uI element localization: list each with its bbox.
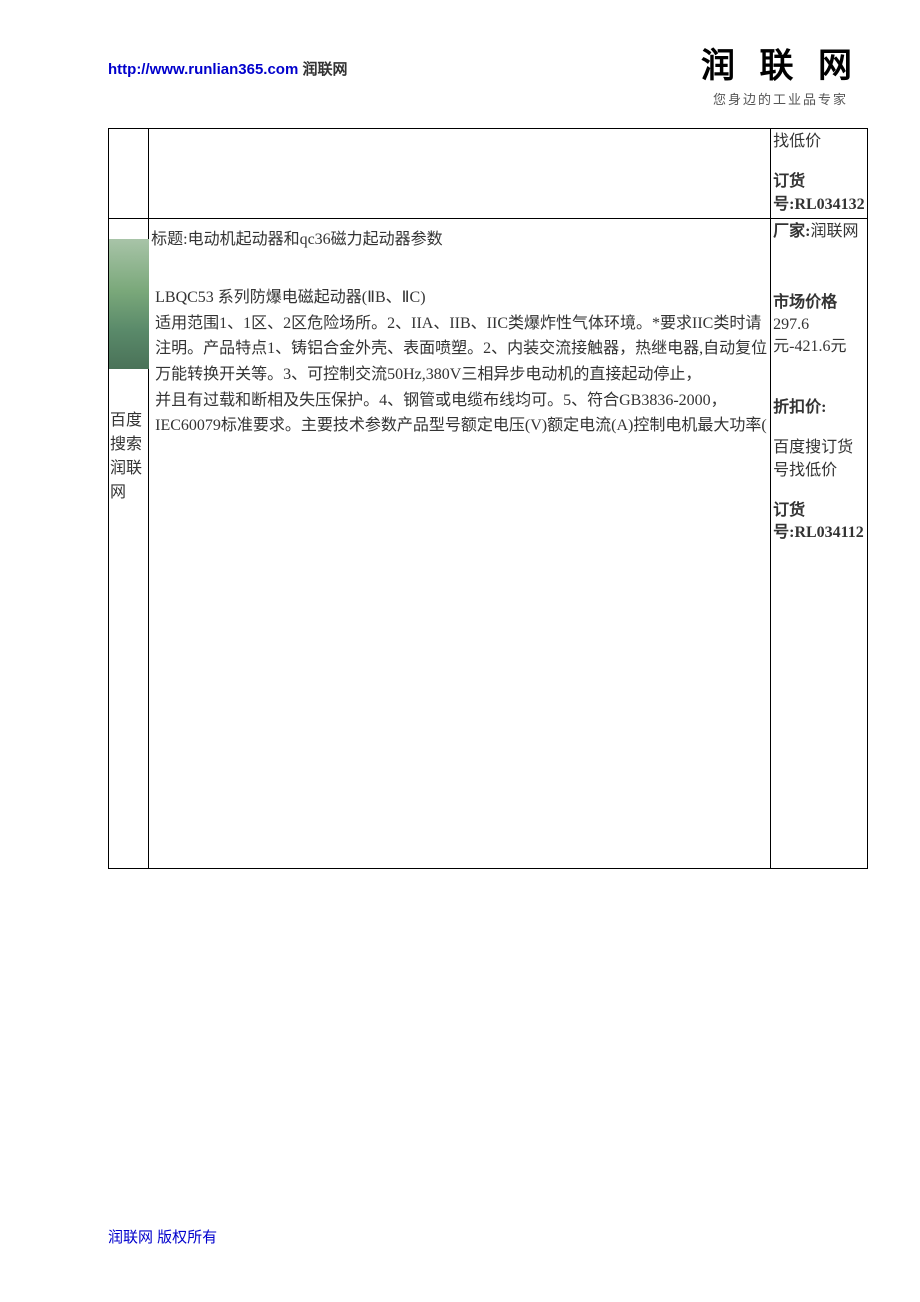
- manufacturer-value: 润联网: [810, 223, 858, 240]
- logo-main: 润 联 网: [701, 38, 860, 87]
- row1-mid-cell: [149, 129, 771, 219]
- manufacturer-block: 厂家:润联网: [773, 221, 865, 243]
- main-table: 找低价 订货号:RL034132 百度搜索润联网 标题:电动机起动器和qc36磁…: [108, 128, 868, 869]
- manufacturer-label: 厂家:: [773, 223, 810, 240]
- order-number-value-2: RL034112: [794, 524, 863, 541]
- body-line-3: 并且有过载和断相及失压保护。4、钢管或电缆布线均可。5、符合GB3836-200…: [155, 388, 768, 439]
- logo-subtitle: 您身边的工业品专家: [701, 89, 860, 108]
- footer-copyright: 润联网 版权所有: [108, 1226, 217, 1247]
- baidu-search-text: 百度搜索润联网: [110, 409, 148, 505]
- body-line-1: LBQC53 系列防爆电磁起动器(ⅡB、ⅡC): [155, 285, 768, 311]
- content-body: LBQC53 系列防爆电磁起动器(ⅡB、ⅡC) 适用范围1、1区、2区危险场所。…: [151, 285, 768, 439]
- product-thumbnail: [109, 239, 149, 369]
- market-price-label: 市场价格: [773, 292, 865, 314]
- body-line-2: 适用范围1、1区、2区危险场所。2、IIA、IIB、IIC类爆炸性气体环境。*要…: [155, 311, 768, 388]
- table-row: 百度搜索润联网 标题:电动机起动器和qc36磁力起动器参数 LBQC53 系列防…: [109, 219, 868, 869]
- row2-right-cell: 厂家:润联网 市场价格 297.6元-421.6元 折扣价: 百度搜订货号找低价…: [771, 219, 868, 869]
- logo-area: 润 联 网 您身边的工业品专家: [701, 38, 860, 108]
- row2-left-cell: 百度搜索润联网: [109, 219, 149, 869]
- row1-right-cell: 找低价 订货号:RL034132: [771, 129, 868, 219]
- header-url: http://www.runlian365.com: [108, 61, 298, 78]
- content-title: 标题:电动机起动器和qc36磁力起动器参数: [151, 225, 768, 249]
- discount-price-label: 折扣价:: [773, 397, 865, 419]
- order-number-block: 订货号:RL034132: [773, 171, 865, 216]
- market-price-value: 297.6元-421.6元: [773, 314, 865, 359]
- header-link[interactable]: http://www.runlian365.com 润联网: [108, 58, 348, 79]
- row1-left-cell: [109, 129, 149, 219]
- title-text: 电动机起动器和qc36磁力起动器参数: [188, 231, 443, 248]
- market-price-block: 市场价格 297.6元-421.6元: [773, 292, 865, 359]
- order-number-value: RL034132: [794, 196, 864, 213]
- row2-mid-cell: 标题:电动机起动器和qc36磁力起动器参数 LBQC53 系列防爆电磁起动器(Ⅱ…: [149, 219, 771, 869]
- baidu-search-order-text: 百度搜订货号找低价: [773, 437, 865, 482]
- order-number-block-2: 订货号:RL034112: [773, 500, 865, 545]
- title-label: 标题:: [151, 231, 187, 248]
- table-row: 找低价 订货号:RL034132: [109, 129, 868, 219]
- header-site-name: 润联网: [302, 61, 347, 78]
- find-low-price-text: 找低价: [773, 131, 865, 153]
